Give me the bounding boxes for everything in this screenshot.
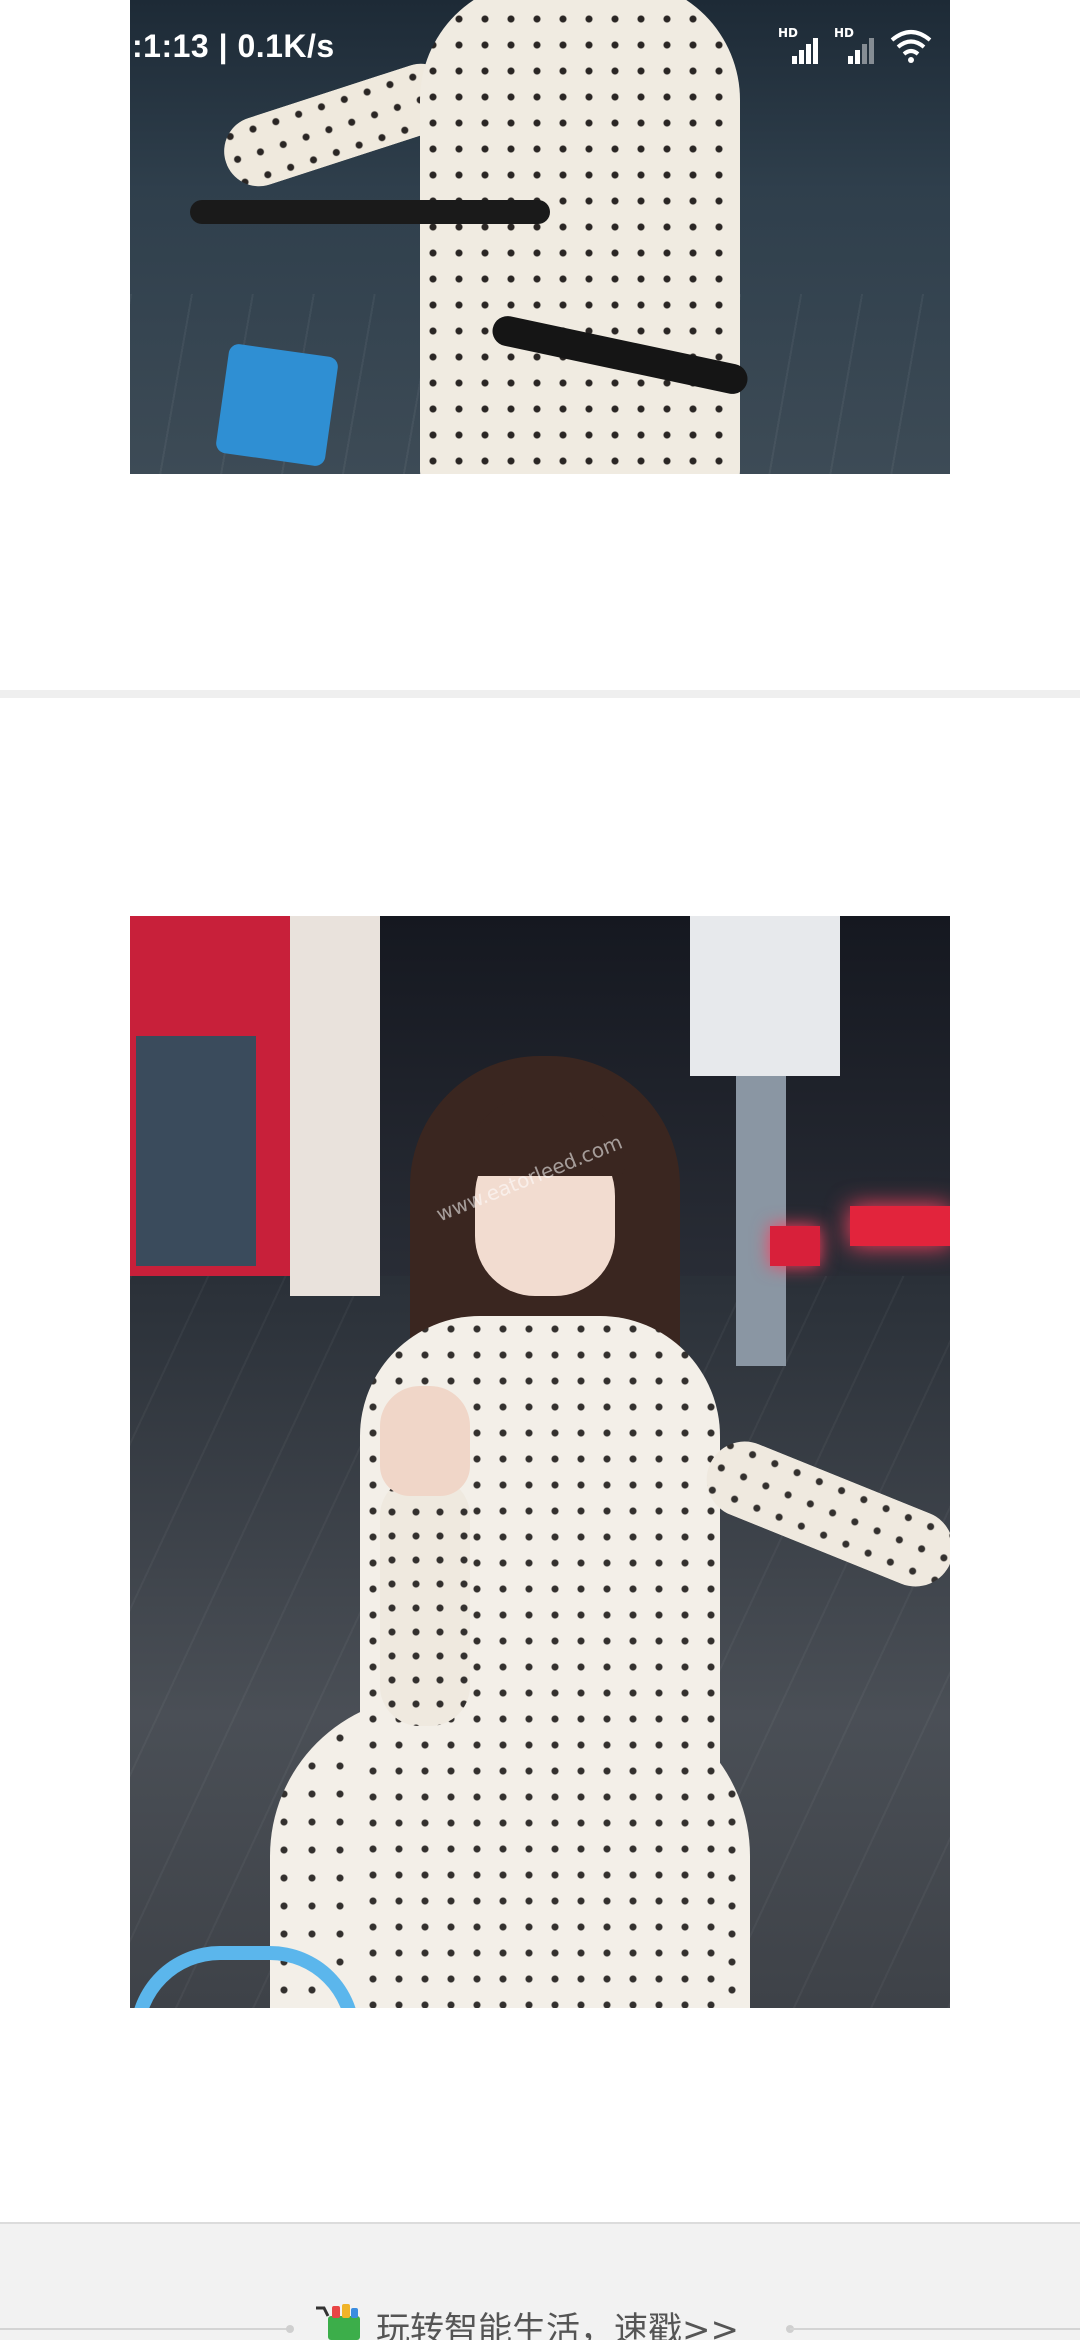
signal-hd-icon: HD [778, 26, 818, 64]
signal-hd-weak-icon: HD [834, 26, 874, 64]
footer-rule-left [0, 2328, 290, 2330]
status-time-speed: :1:13 | 0.1K/s [132, 27, 335, 64]
footer-banner: 玩转智能生活，速戳>> [0, 2222, 1080, 2340]
shopping-cart-icon [316, 2304, 360, 2340]
footer-rule-dot-left [286, 2325, 294, 2333]
promo-text: 玩转智能生活，速戳>> [376, 2309, 739, 2340]
storefront-window [136, 1036, 256, 1266]
wifi-icon [890, 30, 932, 63]
arm-left-shape [380, 1476, 470, 1726]
lamp-pole [736, 1076, 786, 1366]
section-divider [0, 690, 1080, 698]
bike-handlebar [190, 200, 550, 224]
bike-tag [214, 342, 340, 468]
neon-sign-small [770, 1226, 820, 1266]
article-page: :1:13 | 0.1K/s HD HD www.eatorleed.com 玩… [0, 0, 1080, 2340]
article-image-main[interactable]: www.eatorleed.com [130, 916, 950, 2008]
footer-rule-right [790, 2328, 1080, 2330]
peace-sign-hand [380, 1386, 470, 1496]
neon-sign [850, 1206, 950, 1246]
building-pillar [290, 916, 380, 1296]
lamp-box [690, 916, 840, 1076]
status-bar: :1:13 | 0.1K/s HD HD [130, 0, 950, 92]
promo-link[interactable]: 玩转智能生活，速戳>> [312, 2302, 739, 2340]
status-icons: HD HD [778, 26, 932, 64]
